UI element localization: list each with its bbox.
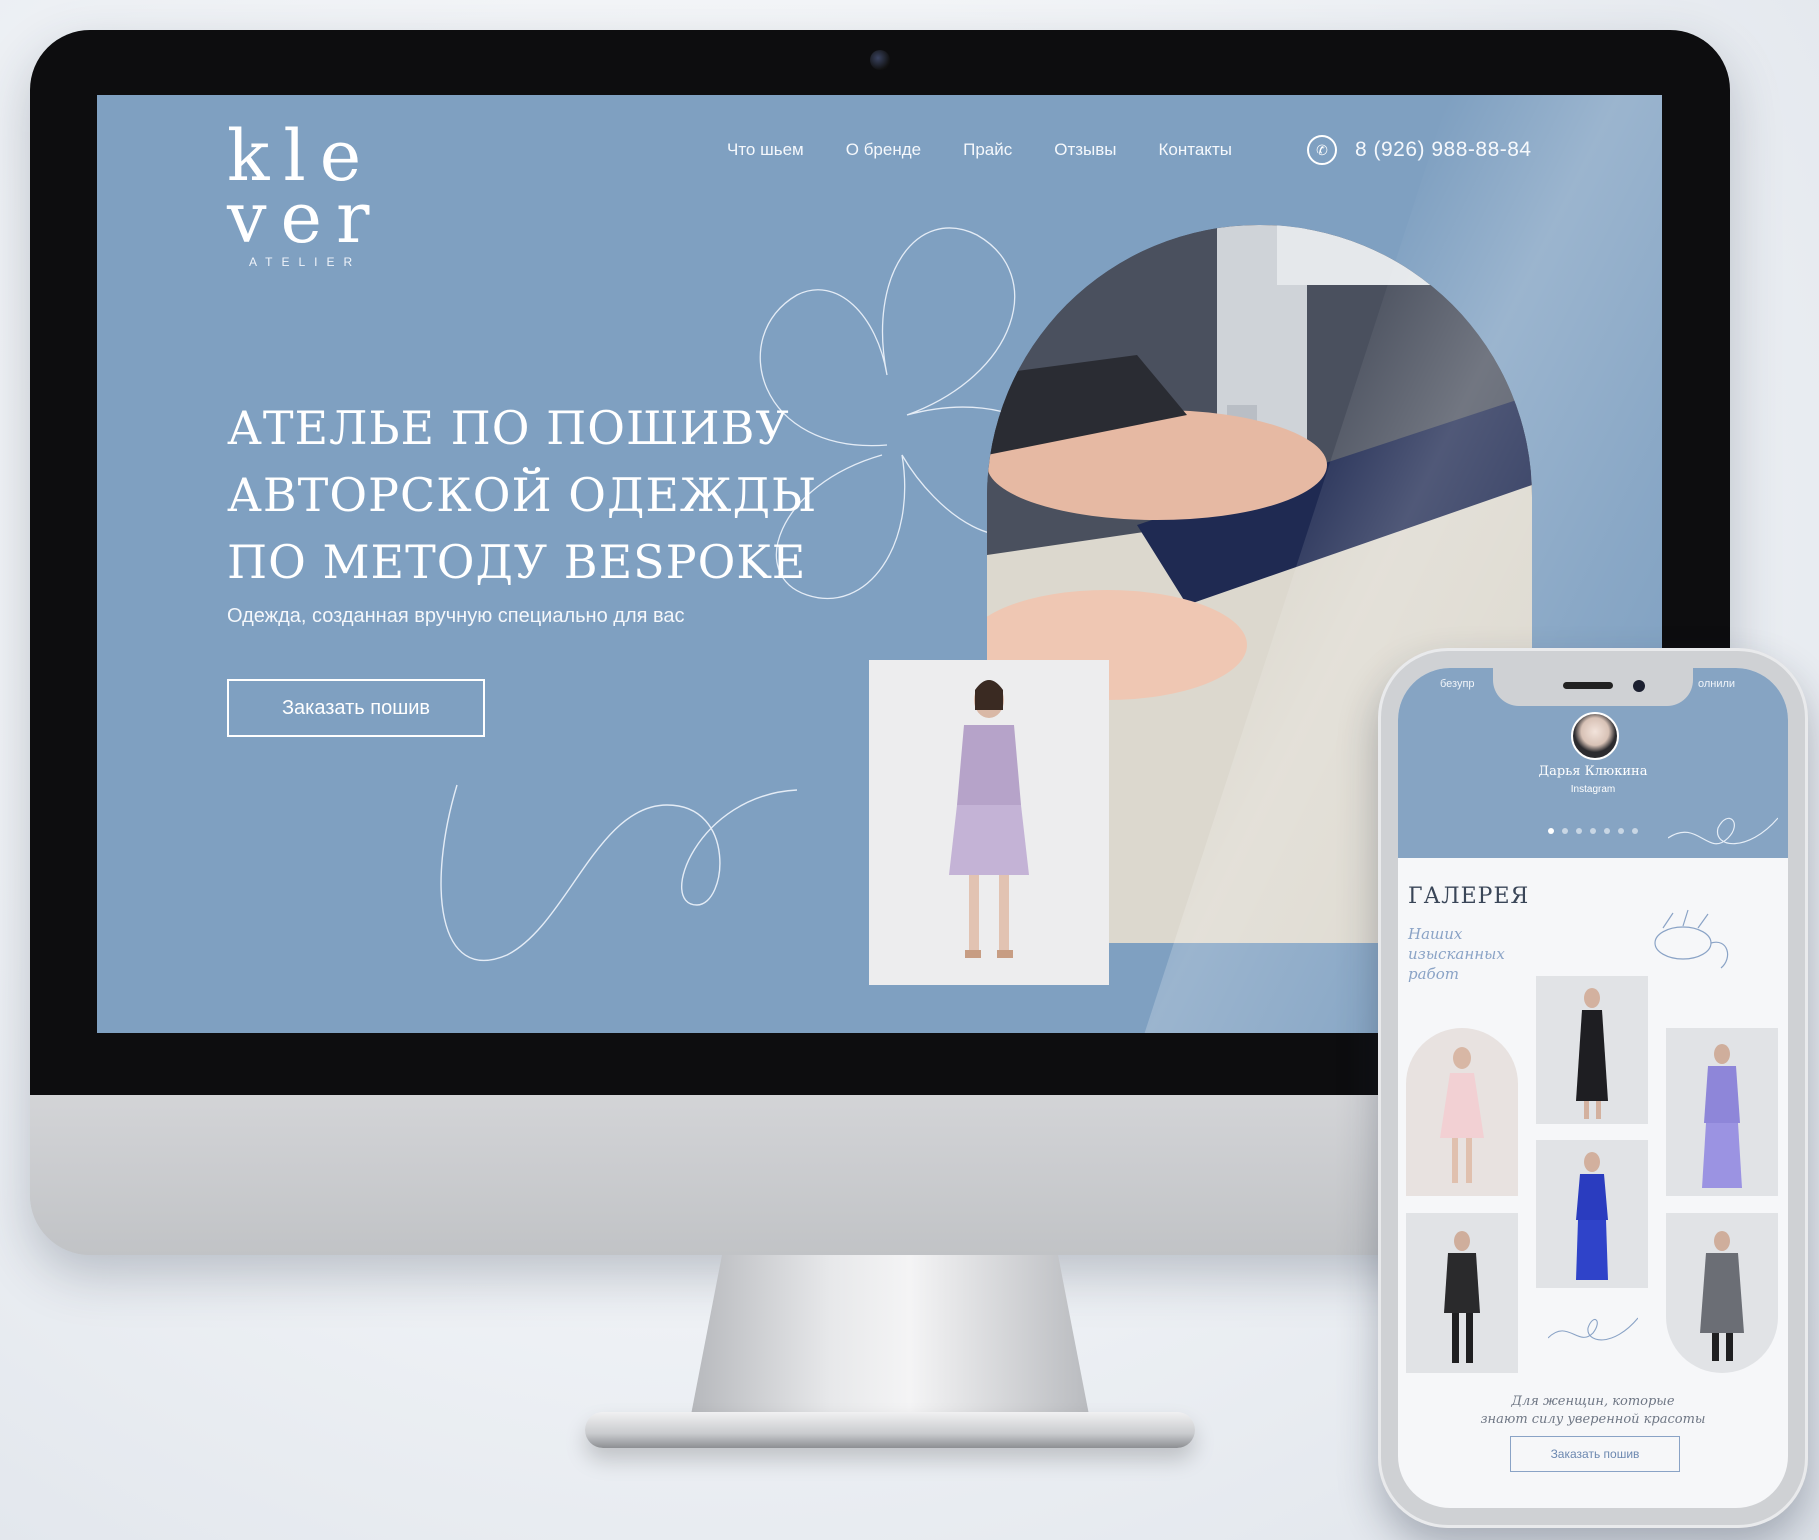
slider-dot-4[interactable] [1590,828,1596,834]
reviewer-name: Дарья Клюкина [1538,764,1648,779]
mobile-thread-decoration [1668,817,1778,845]
black-dress-illustration [1576,988,1608,1119]
lavender-suit-illustration [1702,1044,1742,1188]
nav-price[interactable]: Прайс [963,140,1012,160]
gallery-photo-blue-suit[interactable] [1536,1140,1648,1288]
phone-speaker [1563,682,1613,689]
gallery-photo-black-dress[interactable] [1536,976,1648,1124]
hero-title-line-3: ПО МЕТОДУ BESPOKE [227,535,807,589]
phone-notch [1493,668,1693,706]
review-text-fragment-left: безупр [1440,678,1475,690]
gallery-photo-black-jacket[interactable] [1406,1213,1518,1373]
review-slider-dots [1548,828,1638,834]
slider-dot-3[interactable] [1576,828,1582,834]
grey-coat-illustration [1700,1231,1744,1361]
gallery-title: ГАЛЕРЕЯ [1408,884,1530,909]
tagline-line-2: знают силу уверенной красоты [1480,1412,1706,1427]
black-jacket-illustration [1444,1231,1480,1363]
lilac-suit-model-photo [869,660,1109,985]
webcam [870,50,890,70]
slider-dot-2[interactable] [1562,828,1568,834]
hero-subtitle: Одежда, созданная вручную специально для… [227,605,685,627]
reviewer-avatar [1571,712,1619,760]
pink-dress-illustration [1440,1047,1484,1183]
review-text-fragment-right: олнили [1698,678,1736,690]
slider-dot-1[interactable] [1548,828,1554,834]
pincushion-sketch-icon [1654,909,1729,969]
mobile-order-sewing-button[interactable]: Заказать пошив [1510,1436,1680,1472]
gallery-subtitle: Наших изысканных работ [1408,925,1505,983]
gallery-photo-pink-dress[interactable] [1406,1028,1518,1196]
order-sewing-button[interactable]: Заказать пошив [227,679,485,737]
nav-contacts[interactable]: Контакты [1159,140,1232,160]
reviewer-source-link[interactable]: Instagram [1398,784,1788,795]
thread-line-decoration [440,784,797,962]
blue-suit-illustration [1576,1152,1608,1280]
slider-dot-6[interactable] [1618,828,1624,834]
logo-line-2: ver [227,177,384,259]
main-nav: Что шьем О бренде Прайс Отзывы Контакты [727,140,1232,160]
model-illustration [869,660,1109,985]
hero-title-line-1: АТЕЛЬЕ ПО ПОШИВУ [227,401,790,455]
nav-about-brand[interactable]: О бренде [846,140,921,160]
whatsapp-icon[interactable]: ✆ [1307,135,1337,165]
mobile-screen: безупр олнили Дарья Клюкина Instagram ГА… [1398,668,1788,1508]
phone-number[interactable]: 8 (926) 988-88-84 [1355,138,1532,162]
site-logo[interactable]: kle ver ATELIER [227,121,384,269]
phone-front-camera [1633,680,1645,692]
mobile-footer-tagline: Для женщин, которые знают силу уверенной… [1398,1393,1788,1429]
gallery-thread-decoration [1548,1317,1638,1341]
slider-dot-7[interactable] [1632,828,1638,834]
nav-what-we-sew[interactable]: Что шьем [727,140,804,160]
gallery-photo-lavender-suit[interactable] [1666,1028,1778,1196]
imac-stand-base [585,1412,1195,1448]
slider-dot-5[interactable] [1604,828,1610,834]
hero-title: АТЕЛЬЕ ПО ПОШИВУ АВТОРСКОЙ ОДЕЖДЫ ПО МЕТ… [227,395,867,596]
gallery-photo-grey-coat[interactable] [1666,1213,1778,1373]
hero-title-line-2: АВТОРСКОЙ ОДЕЖДЫ [227,468,818,522]
nav-reviews[interactable]: Отзывы [1054,140,1116,160]
tagline-line-1: Для женщин, которые [1511,1394,1675,1409]
imac-stand [690,1255,1090,1420]
header-phone[interactable]: ✆ 8 (926) 988-88-84 [1307,135,1532,165]
smartphone-mockup: безупр олнили Дарья Клюкина Instagram ГА… [1378,648,1808,1528]
logo-subtitle: ATELIER [249,255,362,269]
